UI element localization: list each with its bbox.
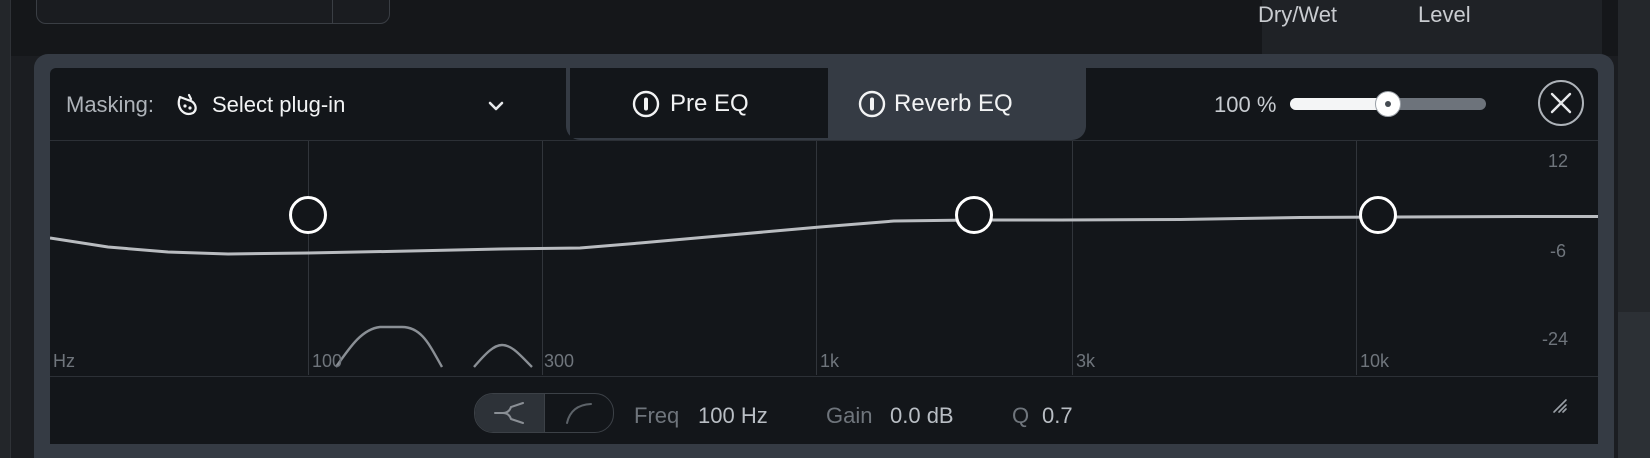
host-right-strip: [1618, 0, 1650, 458]
resize-grip-icon[interactable]: [1550, 396, 1568, 414]
shelf-shape-button[interactable]: [544, 394, 613, 432]
bell-shape-icon: [494, 402, 524, 424]
power-icon: [632, 90, 660, 118]
q-value[interactable]: 0.7: [1042, 403, 1073, 429]
panel-header: Masking: Select plug-in Pre EQ Reverb EQ…: [50, 68, 1598, 141]
x-axis-label: Hz: [53, 351, 75, 371]
mask-icon: [177, 93, 197, 116]
host-left-edge: [0, 0, 11, 458]
masking-eq-panel: Masking: Select plug-in Pre EQ Reverb EQ…: [34, 54, 1614, 458]
freq-label: Freq: [634, 403, 680, 428]
gain-label: Gain: [826, 403, 873, 428]
masking-eq-inner: Masking: Select plug-in Pre EQ Reverb EQ…: [50, 68, 1598, 444]
masking-spectrum-curve: [335, 325, 444, 368]
x-axis-label: 3k: [1076, 351, 1096, 371]
x-axis-label: 300: [544, 351, 575, 371]
y-axis-label: 12: [1548, 151, 1569, 171]
freq-value[interactable]: 100 Hz: [698, 403, 768, 429]
masking-spectrum-curve: [473, 343, 533, 368]
mix-slider-thumb[interactable]: [1375, 91, 1401, 117]
y-axis-label: -24: [1542, 329, 1569, 349]
close-icon: [1550, 92, 1572, 114]
tab-reverb-eq-label: Reverb EQ: [894, 90, 1013, 117]
eq-band-node-2[interactable]: [955, 196, 993, 234]
chevron-down-icon: [488, 101, 504, 111]
eq-graph[interactable]: Hz 100 300 1k 3k 10k 12 -6 -24: [50, 141, 1598, 375]
host-right-panel: Dry/Wet Level: [1258, 0, 1602, 56]
power-icon: [858, 90, 886, 118]
x-axis-label: 1k: [820, 351, 840, 371]
eq-band-node-1[interactable]: [289, 196, 327, 234]
shelf-shape-icon: [566, 403, 592, 424]
tab-pre-eq-label: Pre EQ: [670, 90, 749, 117]
masking-label: Masking:: [66, 92, 155, 117]
eq-tab-group: Pre EQ Reverb EQ: [566, 68, 1086, 140]
gain-value[interactable]: 0.0 dB: [890, 403, 954, 429]
tab-pre-eq[interactable]: Pre EQ: [570, 68, 828, 138]
eq-curve-svg: [50, 215, 1598, 368]
plugin-select-value: Select plug-in: [212, 92, 346, 117]
level-label: Level: [1418, 2, 1471, 27]
bell-shape-button[interactable]: [475, 394, 544, 432]
tab-reverb-eq[interactable]: Reverb EQ: [828, 68, 1086, 140]
filter-shape-selector: [474, 393, 614, 433]
eq-band-node-3[interactable]: [1359, 196, 1397, 234]
close-button[interactable]: [1538, 80, 1584, 126]
band-params-bar: Freq 100 Hz Gain 0.0 dB Q 0.7: [50, 376, 1598, 444]
mix-percent-label: 100 %: [1214, 92, 1277, 117]
x-axis-label: 10k: [1360, 351, 1390, 371]
y-axis-label: -6: [1550, 241, 1567, 261]
host-left-card: [36, 0, 390, 24]
q-label: Q: [1012, 403, 1030, 428]
mix-slider-fill: [1290, 98, 1388, 110]
dry-wet-label: Dry/Wet: [1258, 2, 1338, 27]
x-axis-label: 100: [312, 351, 343, 371]
mix-slider[interactable]: [1290, 91, 1486, 117]
plugin-select-dropdown[interactable]: Select plug-in: [174, 84, 524, 124]
